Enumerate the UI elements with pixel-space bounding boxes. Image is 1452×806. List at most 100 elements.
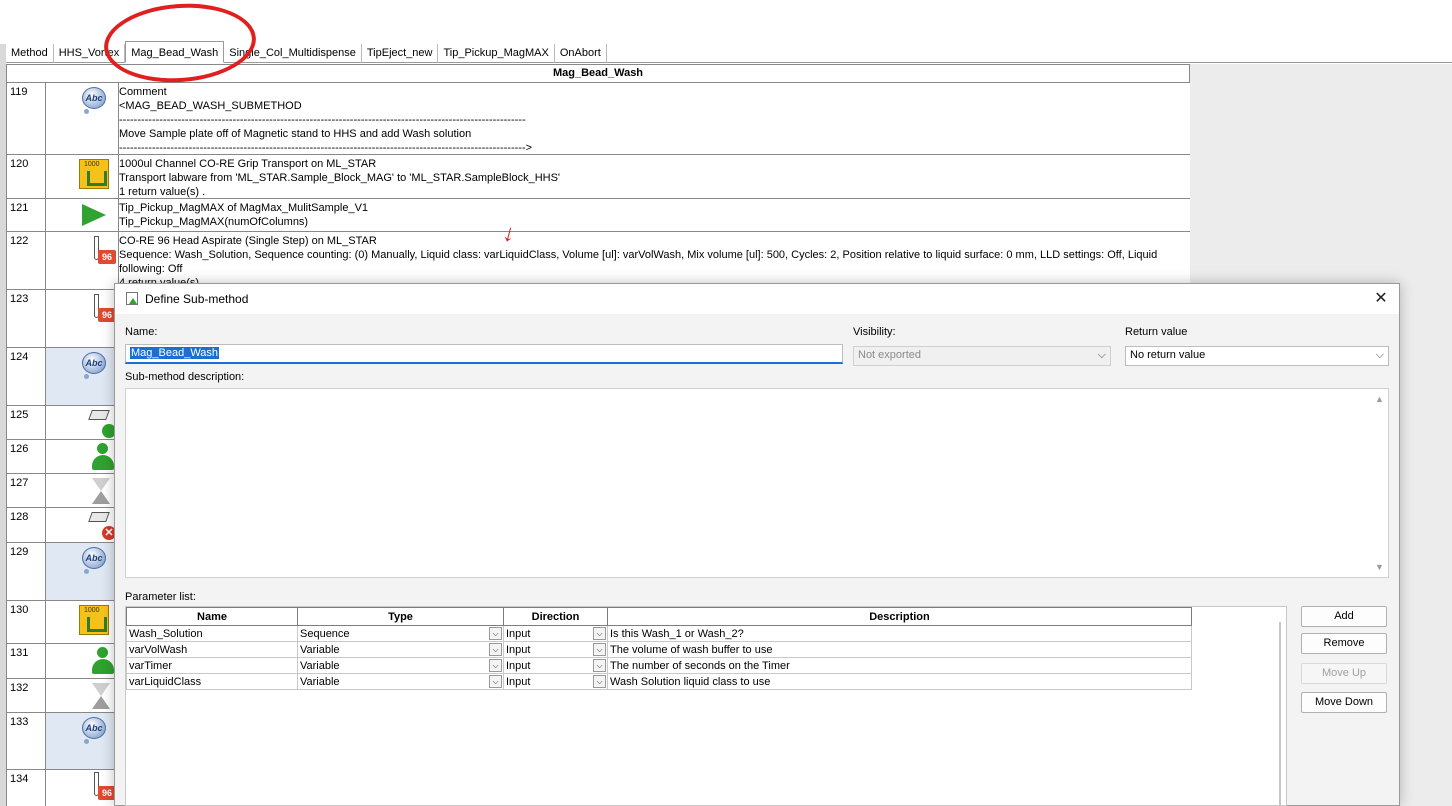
tab-tip-pickup-magmax[interactable]: Tip_Pickup_MagMAX: [438, 44, 555, 63]
step-number: 128: [6, 508, 46, 542]
param-direction: Input: [506, 627, 531, 640]
description-scrollbar[interactable]: ▲ ▼: [1371, 389, 1388, 577]
step-row[interactable]: 120 1000ul Channel CO-RE Grip Transport …: [6, 155, 1190, 199]
chevron-down-icon[interactable]: ⌵: [593, 643, 606, 656]
col-header-type[interactable]: Type: [297, 607, 504, 626]
param-direction-cell[interactable]: Input ⌵: [503, 657, 608, 674]
parameter-row[interactable]: varLiquidClass Variable ⌵ Input ⌵ Wash Sol…: [126, 673, 1192, 690]
col-header-description[interactable]: Description: [607, 607, 1192, 626]
param-description[interactable]: Wash Solution liquid class to use: [607, 673, 1192, 690]
step-text: 1000ul Channel CO-RE Grip Transport on M…: [119, 158, 561, 198]
chevron-down-icon[interactable]: ⌵: [489, 659, 502, 672]
name-label: Name:: [125, 326, 158, 338]
step-number: 127: [6, 474, 46, 507]
col-header-direction[interactable]: Direction: [503, 607, 608, 626]
dialog-titlebar[interactable]: Define Sub-method ✕: [115, 284, 1399, 314]
param-type-cell[interactable]: Variable ⌵: [297, 673, 504, 690]
step-number: 123: [6, 290, 46, 347]
scroll-down-icon[interactable]: ▼: [1371, 559, 1388, 575]
return-value: No return value: [1130, 349, 1206, 361]
parameter-header-row: Name Type Direction Description: [126, 607, 1192, 626]
param-description[interactable]: The volume of wash buffer to use: [607, 641, 1192, 658]
chevron-down-icon[interactable]: ⌵: [489, 627, 502, 640]
param-name[interactable]: varVolWash: [126, 641, 298, 658]
param-direction-cell[interactable]: Input ⌵: [503, 625, 608, 642]
chevron-down-icon[interactable]: ⌵: [593, 659, 606, 672]
step-number: 131: [6, 644, 46, 678]
head96-aspirate-icon: 96: [88, 236, 116, 266]
step-row[interactable]: 119 Abc Comment <MAG_BEAD_WASH_SUBMETHOD…: [6, 83, 1190, 155]
param-type: Variable: [300, 675, 340, 688]
grip-transport-icon: [79, 605, 109, 635]
step-row[interactable]: 129 Abc: [6, 543, 120, 601]
parameter-row[interactable]: varVolWash Variable ⌵ Input ⌵ The volume o…: [126, 641, 1192, 658]
tab-method[interactable]: Method: [6, 44, 54, 63]
close-icon[interactable]: ✕: [1371, 289, 1391, 309]
step-number: 119: [6, 83, 46, 154]
tab-tipeject-new[interactable]: TipEject_new: [362, 44, 439, 63]
head96-aspirate-icon: 96: [88, 772, 116, 802]
step-number: 125: [6, 406, 46, 439]
plate-icon: [88, 410, 110, 420]
param-name[interactable]: varTimer: [126, 657, 298, 674]
param-name[interactable]: Wash_Solution: [126, 625, 298, 642]
param-description[interactable]: Is this Wash_1 or Wash_2?: [607, 625, 1192, 642]
step-row[interactable]: 134 96: [6, 770, 120, 806]
name-field[interactable]: Mag_Bead_Wash: [125, 344, 843, 364]
param-type-cell[interactable]: Variable ⌵: [297, 641, 504, 658]
param-direction-cell[interactable]: Input ⌵: [503, 673, 608, 690]
step-number: 132: [6, 679, 46, 712]
step-row[interactable]: 132: [6, 679, 120, 713]
step-row[interactable]: 124 Abc: [6, 348, 120, 406]
step-row[interactable]: 122 96 CO-RE 96 Head Aspirate (Single St…: [6, 232, 1190, 290]
timer-hourglass-icon: [92, 478, 110, 504]
parameter-list: Name Type Direction Description Wash_Sol…: [125, 606, 1287, 806]
step-number: 121: [6, 199, 46, 231]
step-number: 124: [6, 348, 46, 405]
step-row[interactable]: 133 Abc: [6, 713, 120, 770]
parameter-row[interactable]: Wash_Solution Sequence ⌵ Input ⌵ Is this W…: [126, 625, 1192, 642]
step-row[interactable]: 123 96: [6, 290, 120, 348]
tab-onabort[interactable]: OnAbort: [555, 44, 607, 63]
chevron-down-icon[interactable]: ⌵: [489, 675, 502, 688]
param-type-cell[interactable]: Sequence ⌵: [297, 625, 504, 642]
chevron-down-icon[interactable]: ⌵: [593, 627, 606, 640]
remove-button[interactable]: Remove: [1301, 633, 1387, 654]
step-row[interactable]: 131: [6, 644, 120, 679]
step-row[interactable]: 130: [6, 601, 120, 644]
submethod-call-icon: [82, 204, 106, 226]
step-number: 133: [6, 713, 46, 769]
step-row[interactable]: 127: [6, 474, 120, 508]
step-row[interactable]: 128 ✕: [6, 508, 120, 543]
parameter-list-scrollbar[interactable]: [1279, 622, 1281, 806]
submethod-icon: [126, 292, 138, 305]
param-direction-cell[interactable]: Input ⌵: [503, 641, 608, 658]
step-number: 129: [6, 543, 46, 600]
move-down-button[interactable]: Move Down: [1301, 692, 1387, 713]
param-type-cell[interactable]: Variable ⌵: [297, 657, 504, 674]
add-button[interactable]: Add: [1301, 606, 1387, 627]
step-row[interactable]: 125: [6, 406, 120, 440]
description-label: Sub-method description:: [125, 371, 245, 383]
chevron-down-icon[interactable]: ⌵: [489, 643, 502, 656]
move-up-button[interactable]: Move Up: [1301, 663, 1387, 684]
param-name[interactable]: varLiquidClass: [126, 673, 298, 690]
parameter-row[interactable]: varTimer Variable ⌵ Input ⌵ The number of …: [126, 657, 1192, 674]
name-value: Mag_Bead_Wash: [130, 347, 220, 359]
step-text: CO-RE 96 Head Aspirate (Single Step) on …: [119, 235, 1158, 289]
scroll-up-icon[interactable]: ▲: [1371, 391, 1388, 407]
description-textarea[interactable]: ▲ ▼: [125, 388, 1389, 578]
comment-icon: Abc: [82, 352, 106, 379]
chevron-down-icon: ⌵: [1097, 349, 1106, 361]
return-value-select[interactable]: No return value ⌵: [1125, 346, 1389, 366]
col-header-name[interactable]: Name: [126, 607, 298, 626]
chevron-down-icon[interactable]: ⌵: [593, 675, 606, 688]
step-row[interactable]: 126: [6, 440, 120, 474]
step-number: 126: [6, 440, 46, 473]
param-type: Variable: [300, 659, 340, 672]
param-description[interactable]: The number of seconds on the Timer: [607, 657, 1192, 674]
param-direction: Input: [506, 675, 531, 688]
step-row[interactable]: 121 Tip_Pickup_MagMAX of MagMax_MulitSam…: [6, 199, 1190, 232]
visibility-select: Not exported ⌵: [853, 346, 1111, 366]
comment-icon: Abc: [82, 87, 106, 114]
